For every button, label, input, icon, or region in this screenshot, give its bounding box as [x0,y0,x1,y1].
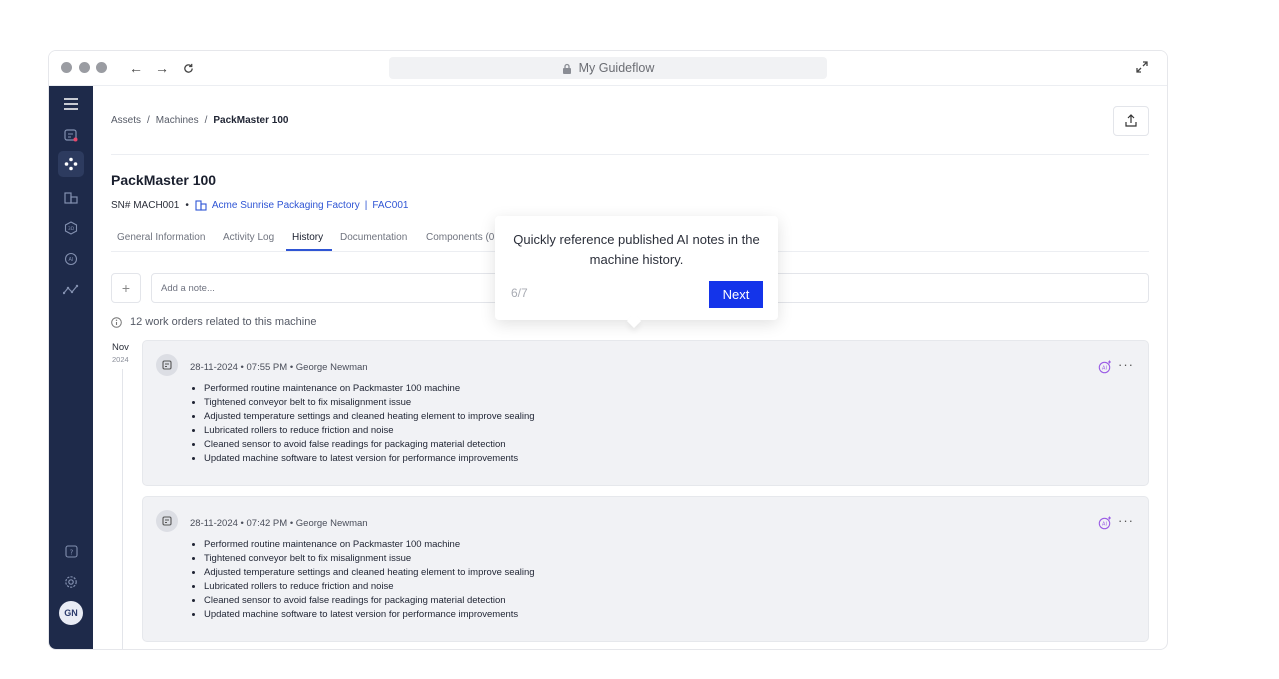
entry-date: 28-11-2024 [190,518,238,529]
menu-icon[interactable] [61,94,81,114]
history-entry-card: 28-11-2024 • 07:55 PM • George Newman AI… [142,340,1149,486]
tab-documentation[interactable]: Documentation [340,232,407,243]
work-order-icon [156,354,178,376]
lock-icon [562,63,571,74]
tab-components[interactable]: Components (0 [426,232,494,243]
expand-icon[interactable] [1135,60,1151,76]
list-item: Tightened conveyor belt to fix misalignm… [204,552,535,566]
entry-notes-list: Performed routine maintenance on Packmas… [204,538,535,622]
list-item: Cleaned sensor to avoid false readings f… [204,438,535,452]
serial-number: SN# MACH001 [111,200,180,211]
entry-time: 07:42 PM [246,518,288,529]
reload-icon[interactable] [179,59,197,77]
svg-text:AI: AI [1102,522,1107,528]
tab-general-information[interactable]: General Information [117,232,205,243]
header-divider [111,154,1149,155]
tooltip-text: Quickly reference published AI notes in … [513,232,760,267]
tab-history[interactable]: History [292,232,323,243]
notifications-icon[interactable] [61,125,81,145]
ai-sparkle-icon[interactable]: AI [1098,360,1112,379]
svg-text:3D: 3D [68,226,75,232]
tab-activity-log[interactable]: Activity Log [223,232,274,243]
machine-meta: SN# MACH001 • Acme Sunrise Packaging Fac… [111,200,408,211]
list-item: Updated machine software to latest versi… [204,452,535,466]
main-content: Assets / Machines / PackMaster 100 PackM… [111,86,1149,649]
window-dot-maximize[interactable] [96,62,107,73]
more-options-icon[interactable]: ··· [1118,513,1134,528]
more-options-icon[interactable]: ··· [1118,357,1134,372]
breadcrumb: Assets / Machines / PackMaster 100 [111,115,288,126]
history-entry-card: 28-11-2024 • 07:42 PM • George Newman AI… [142,496,1149,642]
timeline-month: Nov [112,342,129,353]
upload-icon [1125,114,1137,127]
settings-icon[interactable] [61,572,81,592]
tooltip-step-counter: 6/7 [511,286,528,300]
list-item: Cleaned sensor to avoid false readings f… [204,594,535,608]
ai-sparkle-icon[interactable]: AI [1098,516,1112,535]
browser-chrome: ← → My Guideflow [49,51,1167,86]
list-item: Tightened conveyor belt to fix misalignm… [204,396,535,410]
svg-text:AI: AI [69,257,74,263]
help-icon[interactable]: ? [61,541,81,561]
list-item: Lubricated rollers to reduce friction an… [204,424,535,438]
page-url-title: My Guideflow [578,61,655,75]
work-orders-text: 12 work orders related to this machine [130,316,317,328]
svg-text:?: ? [69,548,73,556]
entry-notes-list: Performed routine maintenance on Packmas… [204,382,535,466]
ai-icon[interactable]: AI [61,249,81,269]
forward-icon[interactable]: → [153,59,171,77]
list-item: Lubricated rollers to reduce friction an… [204,580,535,594]
list-item: Performed routine maintenance on Packmas… [204,382,535,396]
work-orders-info: 12 work orders related to this machine [111,316,316,328]
avatar[interactable]: GN [59,601,83,625]
analytics-icon[interactable] [61,280,81,300]
list-item: Updated machine software to latest versi… [204,608,535,622]
building-icon [195,200,207,211]
address-bar[interactable]: My Guideflow [389,57,827,79]
entry-time: 07:55 PM [246,362,288,373]
list-item: Performed routine maintenance on Packmas… [204,538,535,552]
back-icon[interactable]: ← [127,59,145,77]
breadcrumb-separator: / [204,115,208,126]
timeline-line [122,369,123,649]
info-icon [111,316,122,328]
building-icon[interactable] [61,187,81,207]
site-code: FAC001 [372,200,409,211]
list-item: Adjusted temperature settings and cleane… [204,566,535,580]
entry-date: 28-11-2024 [190,362,238,373]
3d-icon[interactable]: 3D [61,218,81,238]
breadcrumb-current: PackMaster 100 [213,115,289,126]
breadcrumb-separator: / [147,115,150,126]
add-note-button[interactable]: + [111,273,141,303]
site-name: Acme Sunrise Packaging Factory [211,200,360,211]
active-tab-indicator [286,249,332,251]
svg-text:AI: AI [1102,366,1107,372]
window-dot-minimize[interactable] [79,62,90,73]
next-button[interactable]: Next [709,281,763,308]
list-item: Adjusted temperature settings and cleane… [204,410,535,424]
share-button[interactable] [1113,106,1149,136]
entry-author: George Newman [295,362,368,373]
entry-header: 28-11-2024 • 07:55 PM • George Newman [190,362,368,373]
window-dot-close[interactable] [61,62,72,73]
entry-author: George Newman [295,518,368,529]
workflow-icon[interactable] [61,154,81,174]
breadcrumb-machines[interactable]: Machines [156,115,199,126]
guide-tooltip: Quickly reference published AI notes in … [495,216,778,329]
breadcrumb-assets[interactable]: Assets [111,115,141,126]
site-separator: | [364,200,368,211]
browser-window: ← → My Guideflow 3D AI ? GN Assets / Mac… [48,50,1168,650]
meta-dot: • [185,200,189,211]
timeline-year: 2024 [112,355,129,364]
sidebar: 3D AI ? GN [49,86,93,649]
page-title: PackMaster 100 [111,172,217,188]
site-link[interactable]: Acme Sunrise Packaging Factory | FAC001 [195,200,409,211]
work-order-icon [156,510,178,532]
entry-header: 28-11-2024 • 07:42 PM • George Newman [190,518,368,529]
